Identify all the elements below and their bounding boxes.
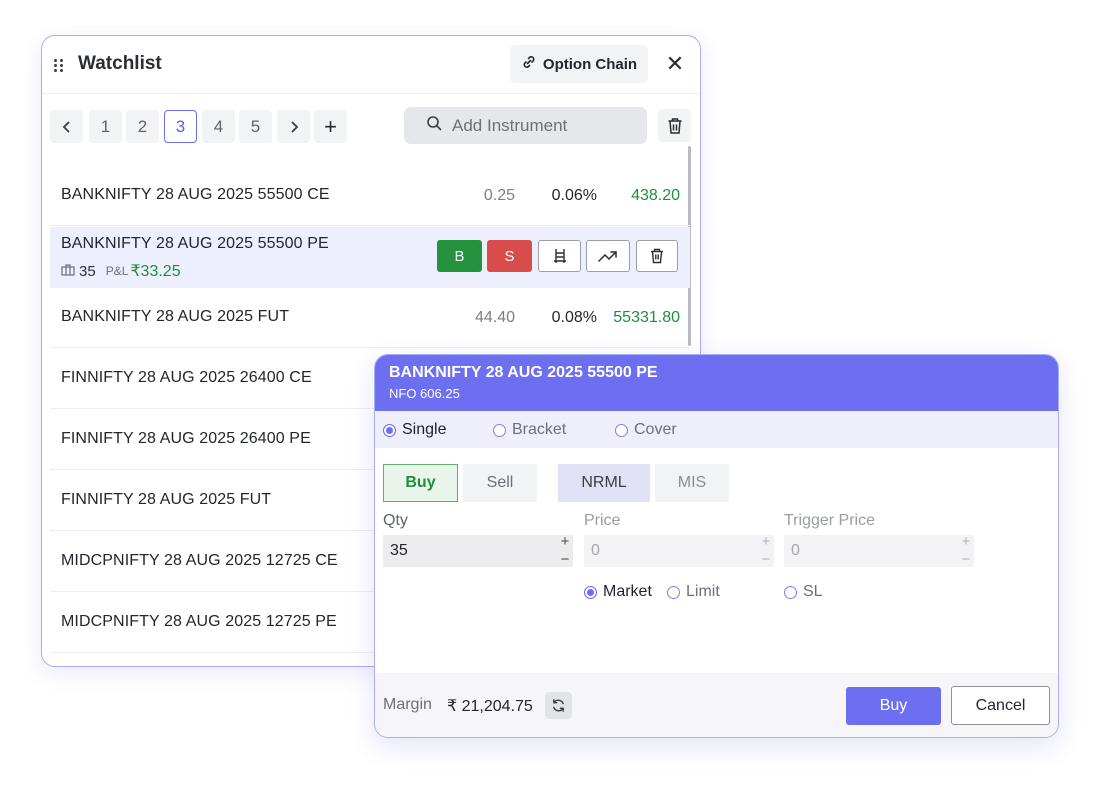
page-3-button[interactable]: 3 bbox=[164, 110, 197, 143]
price-stepper[interactable]: + − bbox=[758, 534, 774, 567]
variety-single-radio[interactable]: Single bbox=[383, 421, 446, 439]
qty-field: + − bbox=[383, 534, 573, 567]
holding-qty: 35 bbox=[79, 262, 96, 280]
pl-value: ₹33.25 bbox=[130, 263, 181, 280]
variety-bracket-radio[interactable]: Bracket bbox=[493, 421, 566, 439]
order-header[interactable]: BANKNIFTY 28 AUG 2025 55500 PE NFO 606.2… bbox=[375, 355, 1058, 411]
link-icon bbox=[521, 54, 537, 74]
decrement-icon[interactable]: − bbox=[762, 552, 771, 567]
instrument-percent: 0.08% bbox=[551, 309, 597, 326]
radio-icon bbox=[784, 585, 797, 599]
decrement-icon[interactable]: − bbox=[561, 552, 570, 567]
instrument-symbol: FINNIFTY 28 AUG 2025 26400 PE bbox=[61, 430, 311, 447]
radio-icon bbox=[667, 585, 680, 599]
page-4-button[interactable]: 4 bbox=[202, 110, 235, 143]
option-chain-label: Option Chain bbox=[542, 55, 638, 73]
chevron-left-icon[interactable] bbox=[50, 110, 83, 143]
margin-value: ₹ 21,204.75 bbox=[447, 698, 533, 715]
order-footer: Margin ₹ 21,204.75 Buy Cancel bbox=[375, 673, 1058, 737]
add-page-button[interactable]: + bbox=[314, 110, 347, 143]
holdings-icon bbox=[61, 263, 75, 280]
side-buy-toggle[interactable]: Buy bbox=[383, 464, 458, 502]
add-instrument-search[interactable] bbox=[404, 107, 647, 144]
order-type-label: SL bbox=[803, 583, 823, 600]
option-chain-button[interactable]: Option Chain bbox=[510, 45, 648, 83]
order-type-sl-radio[interactable]: SL bbox=[784, 583, 823, 601]
sell-button[interactable]: S bbox=[487, 240, 532, 272]
product-nrml-toggle[interactable]: NRML bbox=[558, 464, 650, 502]
page-2-button[interactable]: 2 bbox=[126, 110, 159, 143]
qty-stepper[interactable]: + − bbox=[557, 534, 573, 567]
instrument-symbol: FINNIFTY 28 AUG 2025 FUT bbox=[61, 491, 272, 508]
product-mis-toggle[interactable]: MIS bbox=[655, 464, 729, 502]
increment-icon[interactable]: + bbox=[762, 534, 771, 549]
price-input[interactable] bbox=[591, 542, 741, 560]
trigger-price-label: Trigger Price bbox=[784, 512, 875, 529]
radio-icon bbox=[615, 423, 628, 437]
trigger-price-stepper[interactable]: + − bbox=[958, 534, 974, 567]
radio-selected-icon bbox=[584, 585, 597, 599]
price-field: + − bbox=[584, 534, 774, 567]
increment-icon[interactable]: + bbox=[561, 534, 570, 549]
order-variety-bar: Single Bracket Cover bbox=[375, 411, 1058, 448]
instrument-percent: 0.06% bbox=[551, 187, 597, 204]
instrument-symbol: BANKNIFTY 28 AUG 2025 55500 PE bbox=[61, 235, 329, 252]
instrument-ltp: 438.20 bbox=[631, 187, 680, 204]
trash-icon[interactable] bbox=[636, 240, 678, 272]
instrument-symbol: MIDCPNIFTY 28 AUG 2025 12725 CE bbox=[61, 552, 338, 569]
trash-icon[interactable] bbox=[658, 109, 691, 142]
price-label: Price bbox=[584, 512, 621, 529]
order-type-market-radio[interactable]: Market bbox=[584, 583, 652, 601]
watchlist-row-selected[interactable]: BANKNIFTY 28 AUG 2025 55500 PE 35 P&L ₹3… bbox=[50, 227, 690, 288]
order-instrument-subtitle: NFO 606.25 bbox=[389, 386, 460, 401]
qty-label: Qty bbox=[383, 512, 408, 529]
pl-label: P&L bbox=[105, 264, 129, 278]
trigger-price-field: + − bbox=[784, 534, 974, 567]
order-window: BANKNIFTY 28 AUG 2025 55500 PE NFO 606.2… bbox=[374, 354, 1059, 738]
radio-icon bbox=[493, 423, 506, 437]
radio-selected-icon bbox=[383, 423, 396, 437]
decrement-icon[interactable]: − bbox=[962, 552, 971, 567]
refresh-icon[interactable] bbox=[545, 692, 572, 719]
chart-icon[interactable] bbox=[586, 240, 630, 272]
watchlist-title: Watchlist bbox=[78, 53, 162, 74]
variety-label: Cover bbox=[634, 421, 677, 438]
watchlist-row[interactable]: BANKNIFTY 28 AUG 2025 FUT 44.40 0.08% 55… bbox=[50, 288, 690, 348]
instrument-symbol: MIDCPNIFTY 28 AUG 2025 12725 PE bbox=[61, 613, 337, 630]
instrument-change: 0.25 bbox=[483, 187, 515, 204]
add-instrument-input[interactable] bbox=[452, 115, 622, 136]
page-1-button[interactable]: 1 bbox=[89, 110, 122, 143]
chevron-right-icon[interactable] bbox=[277, 110, 310, 143]
instrument-ltp: 55331.80 bbox=[613, 309, 680, 326]
order-instrument-title: BANKNIFTY 28 AUG 2025 55500 PE bbox=[389, 364, 658, 381]
order-type-limit-radio[interactable]: Limit bbox=[667, 583, 720, 601]
instrument-change: 44.40 bbox=[474, 309, 515, 326]
variety-label: Single bbox=[402, 421, 447, 438]
watchlist-header: Watchlist Option Chain ✕ bbox=[42, 36, 700, 94]
qty-input[interactable] bbox=[390, 542, 540, 560]
holding-info: 35 P&L ₹33.25 bbox=[61, 261, 181, 281]
drag-handle-icon[interactable] bbox=[53, 58, 65, 72]
page-5-button[interactable]: 5 bbox=[239, 110, 272, 143]
search-icon bbox=[426, 115, 442, 136]
watchlist-row[interactable]: BANKNIFTY 28 AUG 2025 55500 CE 0.25 0.06… bbox=[50, 166, 690, 226]
close-icon[interactable]: ✕ bbox=[664, 52, 686, 76]
order-type-label: Market bbox=[603, 583, 652, 600]
increment-icon[interactable]: + bbox=[962, 534, 971, 549]
side-sell-toggle[interactable]: Sell bbox=[463, 464, 537, 502]
variety-cover-radio[interactable]: Cover bbox=[615, 421, 677, 439]
submit-buy-button[interactable]: Buy bbox=[846, 687, 941, 725]
trigger-price-input[interactable] bbox=[791, 542, 941, 560]
market-depth-icon[interactable] bbox=[538, 240, 581, 272]
buy-button[interactable]: B bbox=[437, 240, 482, 272]
variety-label: Bracket bbox=[512, 421, 567, 438]
instrument-symbol: FINNIFTY 28 AUG 2025 26400 CE bbox=[61, 369, 312, 386]
cancel-button[interactable]: Cancel bbox=[951, 686, 1050, 725]
margin-label: Margin bbox=[383, 696, 432, 713]
instrument-symbol: BANKNIFTY 28 AUG 2025 55500 CE bbox=[61, 186, 330, 203]
instrument-symbol: BANKNIFTY 28 AUG 2025 FUT bbox=[61, 308, 290, 325]
order-type-label: Limit bbox=[686, 583, 720, 600]
